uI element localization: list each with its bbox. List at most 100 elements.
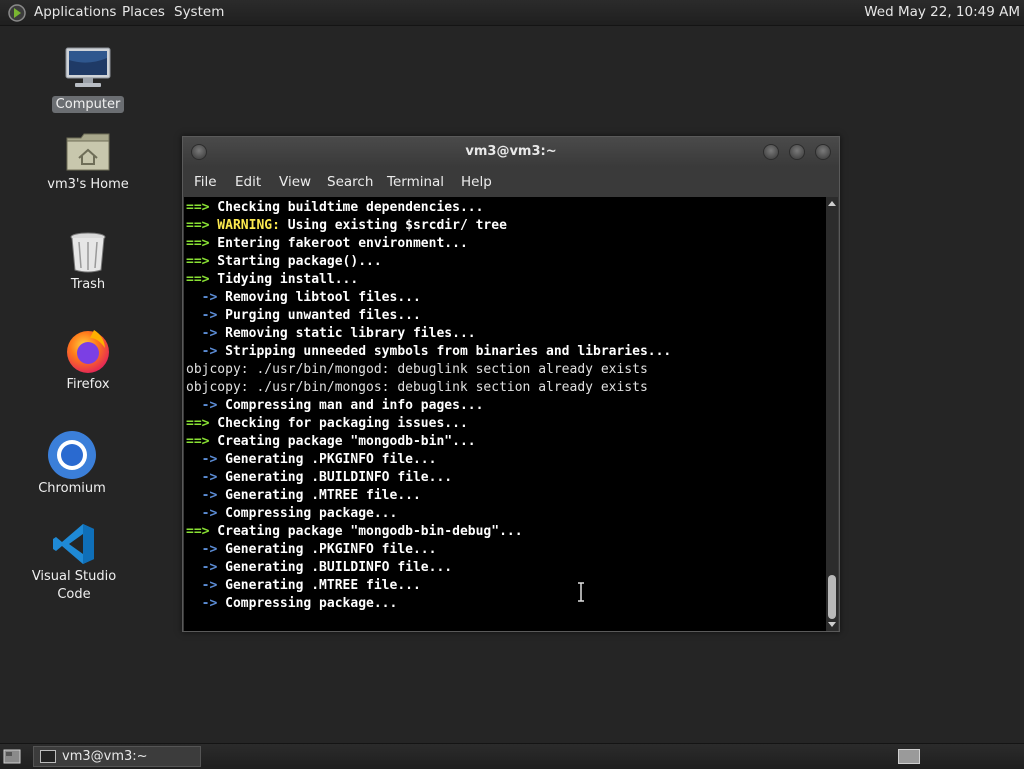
terminal-line-text: Generating .PKGINFO file... (217, 452, 437, 467)
terminal-line-text: Entering fakeroot environment... (209, 236, 468, 251)
terminal-line-text: Removing libtool files... (217, 290, 421, 305)
terminal-line-text: Creating package "mongodb-bin-debug"... (209, 524, 523, 539)
terminal-line-prefix: -> (186, 506, 218, 521)
terminal-lines: ==> Checking buildtime dependencies... ==… (186, 199, 671, 613)
terminal-line: -> Purging unwanted files... (186, 307, 671, 325)
terminal-line: objcopy: ./usr/bin/mongod: debuglink sec… (186, 361, 671, 379)
terminal-line-text: Creating package "mongodb-bin"... (209, 434, 476, 449)
bottom-panel: vm3@vm3:~ (0, 743, 1024, 769)
terminal-line-text: Generating .BUILDINFO file... (217, 470, 453, 485)
desktop-icon-chromium[interactable]: Chromium (17, 430, 127, 500)
terminal-line: -> Generating .PKGINFO file... (186, 541, 671, 559)
terminal-line-text: Starting package()... (209, 254, 382, 269)
terminal-line: ==> Checking buildtime dependencies... (186, 199, 671, 217)
places-menu[interactable]: Places (122, 0, 165, 25)
window-titlebar[interactable]: vm3@vm3:~ (183, 137, 839, 167)
menu-help[interactable]: Help (461, 167, 492, 197)
terminal-line-prefix: ==> (186, 218, 210, 233)
terminal-line-prefix: -> (186, 344, 218, 359)
terminal-line: ==> WARNING: Using existing $srcdir/ tre… (186, 217, 671, 235)
terminal-line-prefix: -> (186, 290, 218, 305)
terminal-line-prefix: ==> (186, 236, 210, 251)
system-menu[interactable]: System (174, 0, 224, 25)
taskbar-item-label: vm3@vm3:~ (62, 749, 148, 764)
terminal-line: objcopy: ./usr/bin/mongos: debuglink sec… (186, 379, 671, 397)
vscode-icon (53, 524, 94, 564)
maximize-button[interactable] (789, 144, 805, 160)
desktop-icon-label: vm3's Home (47, 177, 129, 192)
terminal-line-text: Compressing package... (217, 506, 398, 521)
scroll-down-arrow-icon[interactable] (828, 622, 836, 627)
terminal-line: -> Stripping unneeded symbols from binar… (186, 343, 672, 361)
desktop-icon-firefox[interactable]: Firefox (33, 326, 143, 396)
terminal-line-warning: WARNING: (209, 218, 280, 233)
desktop-icon-computer[interactable]: Computer (33, 44, 143, 116)
desktop-icon-vscode[interactable]: Visual Studio Code (19, 520, 129, 602)
menu-file[interactable]: File (194, 167, 217, 197)
minimize-button[interactable] (763, 144, 779, 160)
top-panel: Applications Places System Wed May 22, 1… (0, 0, 1024, 26)
terminal-line-prefix: -> (186, 488, 218, 503)
taskbar-item-terminal[interactable]: vm3@vm3:~ (33, 746, 201, 767)
terminal-line: -> Generating .MTREE file... (186, 577, 671, 595)
workspace-switcher[interactable] (898, 749, 920, 764)
close-button[interactable] (815, 144, 831, 160)
terminal-line-prefix: ==> (186, 254, 210, 269)
menu-view[interactable]: View (279, 167, 311, 197)
clock[interactable]: Wed May 22, 10:49 AM (864, 0, 1020, 25)
terminal-line-text: Generating .MTREE file... (217, 578, 421, 593)
menu-terminal[interactable]: Terminal (387, 167, 444, 197)
terminal-line-text: Using existing $srcdir/ tree (279, 218, 507, 233)
desktop-icon-label: Visual Studio Code (31, 569, 117, 602)
desktop-icon-label: Firefox (66, 377, 110, 392)
desktop-icon-trash[interactable]: Trash (33, 228, 143, 296)
distro-logo-icon[interactable] (8, 4, 26, 22)
terminal-line-text: objcopy: ./usr/bin/mongod: debuglink sec… (186, 362, 648, 377)
home-folder-icon (66, 133, 110, 171)
show-desktop-icon[interactable] (3, 749, 21, 764)
terminal-menubar: File Edit View Search Terminal Help (183, 167, 839, 197)
terminal-line-text: Checking buildtime dependencies... (209, 200, 484, 215)
terminal-line: -> Compressing package... (186, 595, 671, 613)
terminal-window: vm3@vm3:~ File Edit View Search Terminal… (182, 136, 840, 632)
trash-icon (70, 232, 106, 273)
terminal-line-text: objcopy: ./usr/bin/mongos: debuglink sec… (186, 380, 648, 395)
menu-search[interactable]: Search (327, 167, 373, 197)
terminal-line: -> Compressing package... (186, 505, 671, 523)
scroll-up-arrow-icon[interactable] (828, 201, 836, 206)
terminal-line-prefix: -> (186, 578, 218, 593)
firefox-icon (67, 330, 109, 373)
terminal-line-prefix: -> (186, 326, 218, 341)
terminal-line-prefix: -> (186, 308, 218, 323)
terminal-line-prefix: ==> (186, 200, 210, 215)
terminal-line-prefix: -> (186, 452, 218, 467)
text-cursor-icon (578, 582, 584, 602)
terminal-line-prefix: -> (186, 560, 218, 575)
terminal-line: -> Generating .PKGINFO file... (186, 451, 671, 469)
desktop-icon-label: Chromium (38, 481, 106, 496)
terminal-line-text: Compressing package... (217, 596, 398, 611)
menu-edit[interactable]: Edit (235, 167, 261, 197)
terminal-line-text: Checking for packaging issues... (209, 416, 468, 431)
terminal-output[interactable]: ==> Checking buildtime dependencies... ==… (184, 197, 826, 631)
terminal-line-prefix: ==> (186, 434, 210, 449)
terminal-line: -> Removing libtool files... (186, 289, 671, 307)
terminal-scrollbar[interactable] (826, 197, 838, 631)
applications-menu[interactable]: Applications (34, 0, 116, 25)
terminal-line-text: Compressing man and info pages... (217, 398, 484, 413)
terminal-icon (40, 750, 56, 763)
terminal-line-text: Tidying install... (209, 272, 359, 287)
terminal-line-text: Purging unwanted files... (217, 308, 421, 323)
terminal-line: ==> Starting package()... (186, 253, 671, 271)
chromium-icon (48, 431, 96, 479)
desktop-icon-home[interactable]: vm3's Home (33, 128, 143, 196)
scroll-thumb[interactable] (828, 575, 836, 619)
terminal-line: ==> Creating package "mongodb-bin"... (186, 433, 671, 451)
terminal-line: -> Generating .BUILDINFO file... (186, 559, 671, 577)
computer-icon (65, 47, 111, 87)
terminal-line: ==> Checking for packaging issues... (186, 415, 671, 433)
terminal-line-prefix: -> (186, 596, 218, 611)
desktop-icon-label: Trash (70, 277, 106, 292)
terminal-line-prefix: -> (186, 542, 218, 557)
desktop-icon-label: Computer (51, 96, 125, 113)
